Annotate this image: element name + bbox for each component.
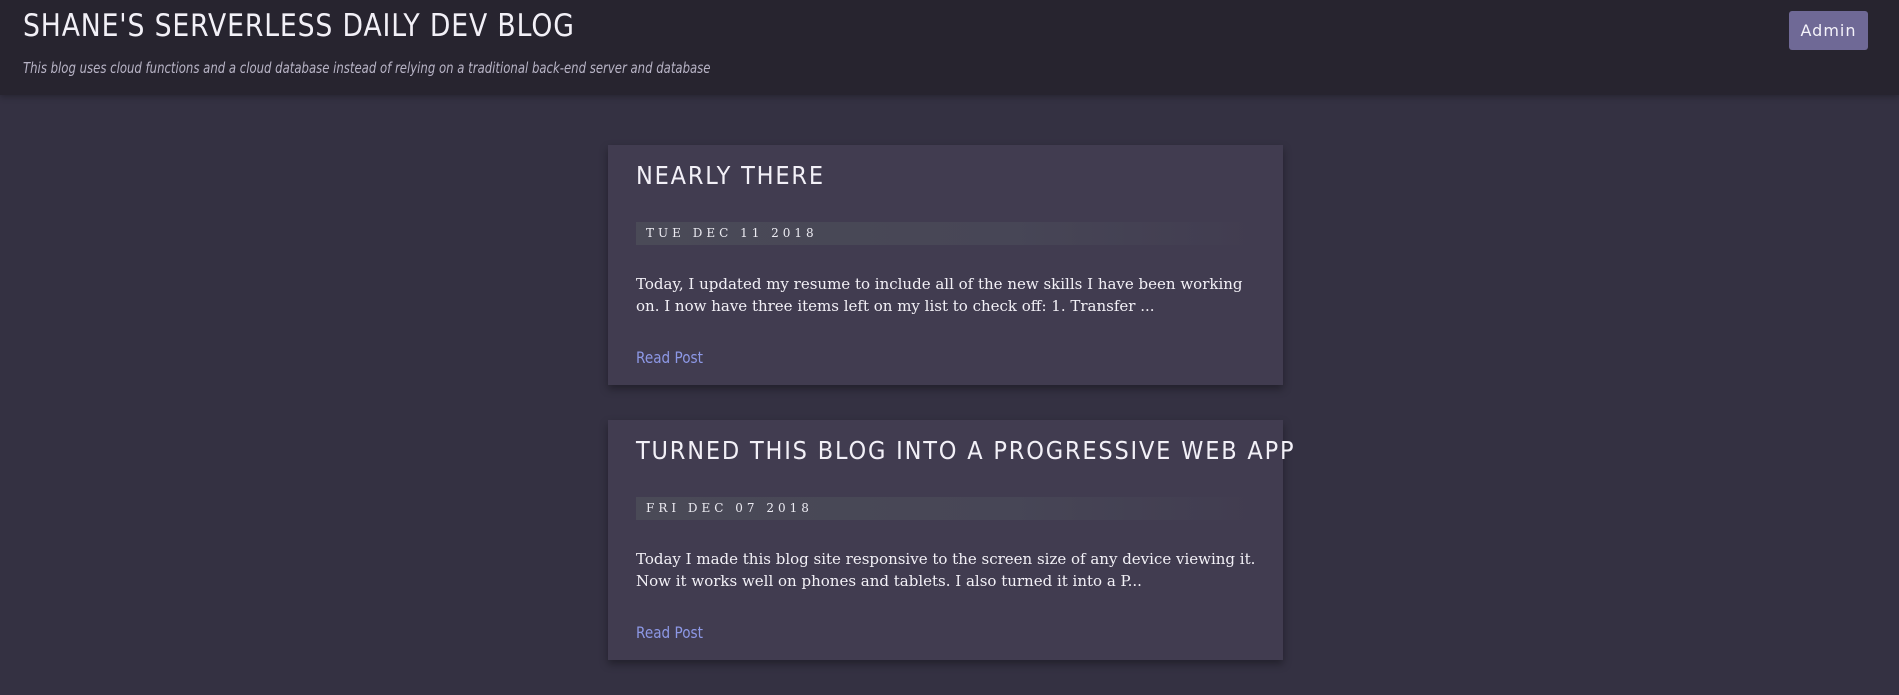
post-title: TURNED THIS BLOG INTO A PROGRESSIVE WEB … [636,436,1296,465]
site-subtitle: This blog uses cloud functions and a clo… [23,59,711,77]
post-card: TURNED THIS BLOG INTO A PROGRESSIVE WEB … [608,420,1294,660]
post-excerpt: Today, I updated my resume to include al… [636,275,1243,315]
post-card: NEARLY THERE TUE DEC 11 2018 Today, I up… [608,145,1283,385]
admin-button[interactable]: Admin [1789,11,1868,50]
site-title: SHANE'S SERVERLESS DAILY DEV BLOG [23,8,575,44]
site-header: SHANE'S SERVERLESS DAILY DEV BLOG This b… [0,0,1899,95]
post-date: TUE DEC 11 2018 [636,222,1256,245]
read-post-link[interactable]: Read Post [636,348,703,367]
post-feed: NEARLY THERE TUE DEC 11 2018 Today, I up… [608,145,1294,695]
post-date: FRI DEC 07 2018 [636,497,1256,520]
post-excerpt: Today I made this blog site responsive t… [636,550,1256,590]
post-title: NEARLY THERE [636,161,825,190]
read-post-link[interactable]: Read Post [636,623,703,642]
